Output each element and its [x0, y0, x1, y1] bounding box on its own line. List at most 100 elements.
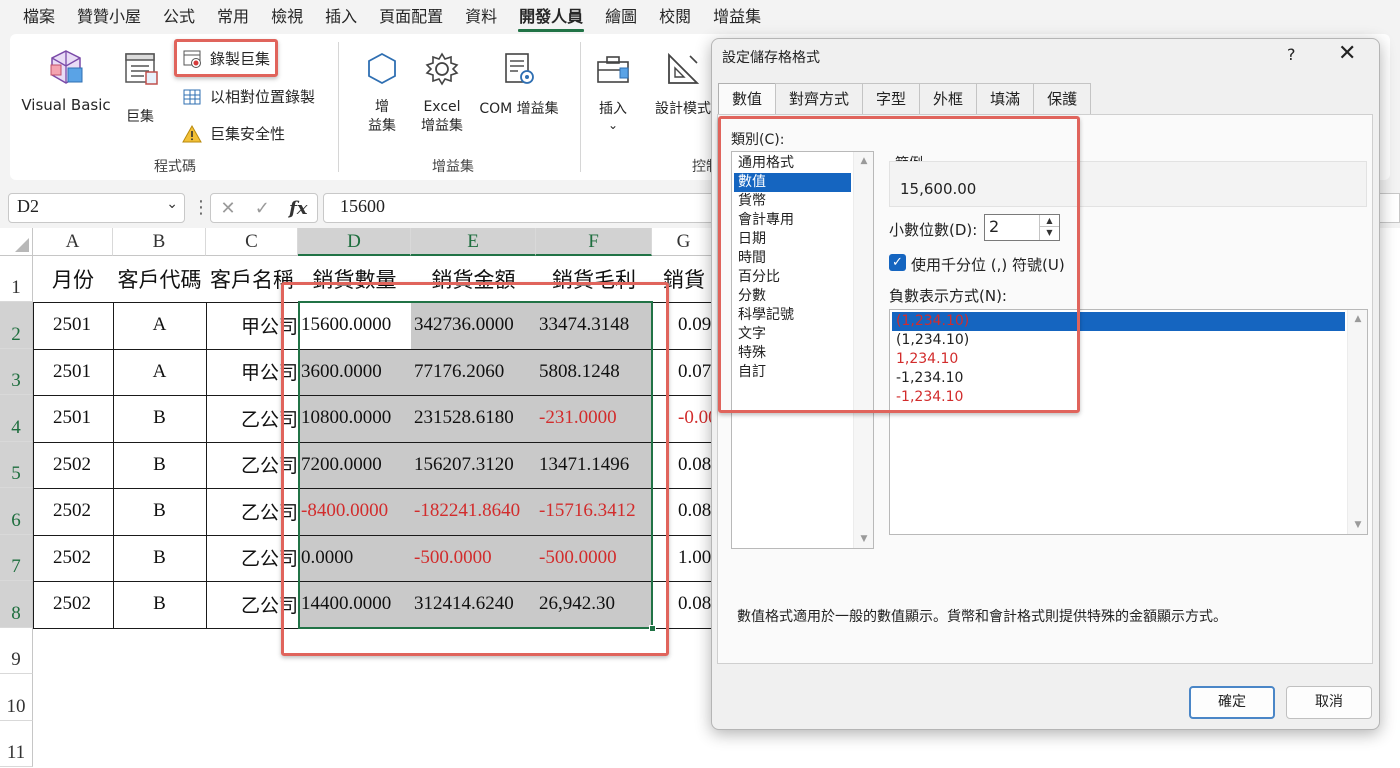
- com-addins-button[interactable]: COM 增益集: [472, 44, 566, 144]
- group-separator: [580, 42, 581, 172]
- row-header[interactable]: 10: [0, 674, 33, 721]
- tab[interactable]: 對齊方式: [775, 83, 864, 114]
- excel-addins-label: Excel 增益集: [421, 99, 463, 134]
- help-icon[interactable]: ?: [1287, 45, 1296, 64]
- macro-security-button[interactable]: 巨集安全性: [182, 123, 285, 144]
- header-cell[interactable]: 月份: [33, 256, 113, 302]
- formula-controls: ✕ ✓ fx: [210, 193, 318, 223]
- row-header[interactable]: 1: [0, 256, 33, 302]
- tab[interactable]: 外框: [919, 83, 978, 114]
- gear-icon: [425, 52, 459, 86]
- menu-item[interactable]: 常用: [206, 0, 260, 34]
- tab[interactable]: 保護: [1033, 83, 1092, 114]
- table-cell[interactable]: 2502: [33, 535, 113, 581]
- highlight-box: [174, 39, 278, 77]
- design-mode-icon: [668, 52, 700, 84]
- visual-basic-label: Visual Basic: [21, 96, 111, 114]
- com-addins-label: COM 增益集: [479, 101, 559, 117]
- more-options-icon[interactable]: ⋮: [192, 197, 210, 218]
- table-cell[interactable]: B: [113, 581, 206, 627]
- warning-icon: [182, 124, 202, 144]
- chevron-down-icon: ⌄: [607, 118, 619, 132]
- highlight-box: [281, 282, 669, 656]
- cancel-icon[interactable]: ✕: [221, 198, 236, 219]
- select-all-corner[interactable]: [0, 228, 33, 256]
- column-header[interactable]: A: [33, 228, 113, 256]
- row-header[interactable]: 7: [0, 534, 33, 581]
- row-header[interactable]: 11: [0, 720, 33, 767]
- format-cells-dialog: 設定儲存格格式 ? ✕ 數值 對齊方式 字型 外框 填滿 保護 類別(C): 通用格式 數值…: [711, 38, 1380, 730]
- menu-item[interactable]: 開發人員: [508, 0, 594, 34]
- row-header[interactable]: 4: [0, 395, 33, 442]
- addins-label: 增 益集: [368, 99, 396, 134]
- dialog-title: 設定儲存格格式: [722, 50, 820, 66]
- menu-item[interactable]: 資料: [454, 0, 508, 34]
- macros-label: 巨集: [126, 109, 154, 125]
- table-cell[interactable]: A: [113, 302, 206, 348]
- relative-reference-button[interactable]: 以相對位置錄製: [182, 86, 315, 107]
- visual-basic-icon: [50, 50, 83, 84]
- column-header[interactable]: F: [536, 228, 652, 256]
- name-box[interactable]: D2 ⌄: [8, 193, 185, 223]
- scrollbar[interactable]: ▲ ▼: [1347, 310, 1367, 534]
- row-header[interactable]: 6: [0, 488, 33, 535]
- menu-item[interactable]: 頁面配置: [368, 0, 454, 34]
- row-header[interactable]: 3: [0, 348, 33, 395]
- close-icon[interactable]: ✕: [1338, 41, 1356, 66]
- format-description: 數值格式適用於一般的數值顯示。貨幣和會計格式則提供特殊的金額顯示方式。: [737, 609, 1227, 625]
- toolbox-icon: [597, 56, 629, 83]
- menu-item[interactable]: 檔案: [12, 0, 66, 34]
- ok-button[interactable]: 確定: [1189, 686, 1275, 719]
- name-box-value: D2: [17, 196, 39, 216]
- insert-control-button[interactable]: 插入 ⌄: [588, 44, 638, 144]
- table-border: [113, 302, 114, 628]
- table-border: [206, 302, 207, 628]
- column-header[interactable]: G: [652, 228, 716, 256]
- design-mode-button[interactable]: 設計模式: [646, 44, 720, 144]
- addins-icon: [368, 52, 396, 85]
- visual-basic-button[interactable]: Visual Basic: [20, 44, 112, 128]
- table-cell[interactable]: 2502: [33, 581, 113, 627]
- chevron-down-icon[interactable]: ⌄: [166, 196, 178, 213]
- design-mode-label: 設計模式: [655, 101, 711, 117]
- table-cell[interactable]: B: [113, 535, 206, 581]
- enter-icon[interactable]: ✓: [255, 198, 270, 219]
- table-cell[interactable]: B: [113, 488, 206, 534]
- row-header[interactable]: 2: [0, 302, 33, 349]
- tab[interactable]: 字型: [862, 83, 921, 114]
- table-cell[interactable]: 2501: [33, 349, 113, 395]
- table-cell[interactable]: 2501: [33, 395, 113, 441]
- menu-item[interactable]: 檢視: [260, 0, 314, 34]
- cancel-button[interactable]: 取消: [1286, 686, 1372, 719]
- table-cell[interactable]: B: [113, 442, 206, 488]
- group-separator: [338, 42, 339, 172]
- row-header[interactable]: 5: [0, 441, 33, 488]
- menu-item[interactable]: 增益集: [702, 0, 772, 34]
- table-cell[interactable]: A: [113, 349, 206, 395]
- table-cell[interactable]: B: [113, 395, 206, 441]
- table-cell[interactable]: 2501: [33, 302, 113, 348]
- menu-item[interactable]: 插入: [314, 0, 368, 34]
- excel-addins-button[interactable]: Excel 增益集: [412, 44, 472, 144]
- menu-item[interactable]: 校閱: [648, 0, 702, 34]
- menu-item[interactable]: 繪圖: [594, 0, 648, 34]
- column-header[interactable]: C: [206, 228, 298, 256]
- menu-bar: 檔案 贊贊小屋 公式 常用 檢視 插入 頁面配置 資料 開發人員 繪圖 校閱 增益集: [0, 0, 1400, 34]
- macros-button[interactable]: 巨集: [114, 44, 166, 128]
- addins-button[interactable]: 增 益集: [354, 44, 410, 144]
- row-header[interactable]: 8: [0, 581, 33, 628]
- menu-item[interactable]: 贊贊小屋: [66, 0, 152, 34]
- insert-function-icon[interactable]: fx: [289, 198, 307, 219]
- column-header[interactable]: E: [411, 228, 536, 256]
- tab[interactable]: 數值: [718, 83, 777, 114]
- table-cell[interactable]: 2502: [33, 442, 113, 488]
- row-header[interactable]: 9: [0, 627, 33, 674]
- header-cell[interactable]: 客戶代碼: [113, 256, 206, 302]
- dialog-tabs: 數值 對齊方式 字型 外框 填滿 保護: [718, 83, 1092, 115]
- column-header[interactable]: D: [298, 228, 411, 256]
- relative-reference-icon: [182, 87, 202, 107]
- tab[interactable]: 填滿: [976, 83, 1035, 114]
- column-header[interactable]: B: [113, 228, 206, 256]
- table-cell[interactable]: 2502: [33, 488, 113, 534]
- menu-item[interactable]: 公式: [152, 0, 206, 34]
